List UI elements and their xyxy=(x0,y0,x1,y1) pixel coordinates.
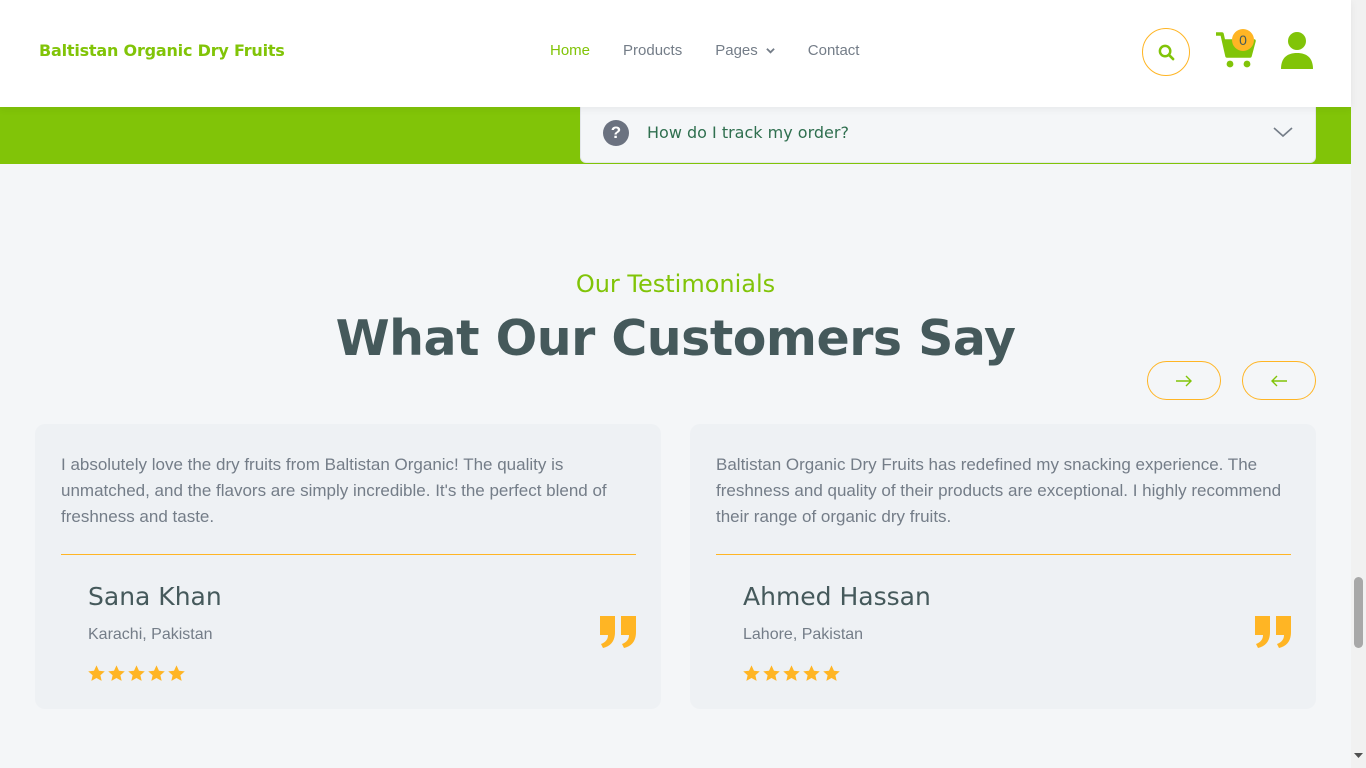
star-icon xyxy=(88,665,105,681)
arrow-left-icon xyxy=(1271,375,1287,386)
star-icon xyxy=(108,665,125,681)
star-icon xyxy=(803,665,820,681)
star-icon xyxy=(168,665,185,681)
chevron-down-icon xyxy=(766,48,775,54)
scrollbar[interactable] xyxy=(1351,0,1366,768)
nav-home[interactable]: Home xyxy=(550,42,590,59)
question-icon: ? xyxy=(603,120,629,146)
carousel-prev-button[interactable] xyxy=(1242,361,1316,400)
customer-name: Sana Khan xyxy=(88,582,222,611)
faq-item[interactable]: ? How do I track my order? xyxy=(580,107,1316,163)
section-eyebrow: Our Testimonials xyxy=(575,270,776,298)
brand-logo[interactable]: Baltistan Organic Dry Fruits xyxy=(39,41,285,60)
star-rating xyxy=(87,664,186,683)
search-button[interactable] xyxy=(1142,28,1190,76)
customer-location: Lahore, Pakistan xyxy=(743,626,864,643)
divider xyxy=(716,554,1291,555)
star-icon xyxy=(128,665,145,681)
testimonial-text: Baltistan Organic Dry Fruits has redefin… xyxy=(716,455,1282,526)
testimonial-text: I absolutely love the dry fruits from Ba… xyxy=(61,455,607,526)
customer-location: Karachi, Pakistan xyxy=(88,626,213,643)
scrollbar-thumb[interactable] xyxy=(1354,577,1363,648)
star-icon xyxy=(823,665,840,681)
testimonial-card: Baltistan Organic Dry Fruits has redefin… xyxy=(690,424,1316,709)
nav-pages[interactable]: Pages xyxy=(715,42,775,59)
customer-name: Ahmed Hassan xyxy=(743,582,931,611)
star-icon xyxy=(783,665,800,681)
search-icon xyxy=(1158,44,1174,60)
arrow-right-icon xyxy=(1176,375,1192,386)
quote-icon xyxy=(600,616,636,648)
nav-products[interactable]: Products xyxy=(623,42,682,59)
star-icon xyxy=(148,665,165,681)
carousel-next-button[interactable] xyxy=(1147,361,1221,400)
quote-icon xyxy=(1255,616,1291,648)
navbar: Baltistan Organic Dry Fruits Home Produc… xyxy=(0,0,1351,107)
nav-links: Home Products Pages Contact xyxy=(550,42,892,59)
nav-pages-label: Pages xyxy=(715,42,758,59)
nav-contact[interactable]: Contact xyxy=(808,42,860,59)
section-heading: What Our Customers Say xyxy=(335,310,1016,367)
divider xyxy=(61,554,636,555)
chevron-down-icon[interactable] xyxy=(1273,125,1293,139)
testimonial-card: I absolutely love the dry fruits from Ba… xyxy=(35,424,661,709)
star-rating xyxy=(742,664,841,683)
star-icon xyxy=(743,665,760,681)
user-icon[interactable] xyxy=(1280,31,1314,69)
cart-count-badge: 0 xyxy=(1232,29,1254,51)
star-icon xyxy=(763,665,780,681)
scroll-down-arrow-icon[interactable] xyxy=(1354,751,1363,760)
faq-question: How do I track my order? xyxy=(647,123,849,142)
